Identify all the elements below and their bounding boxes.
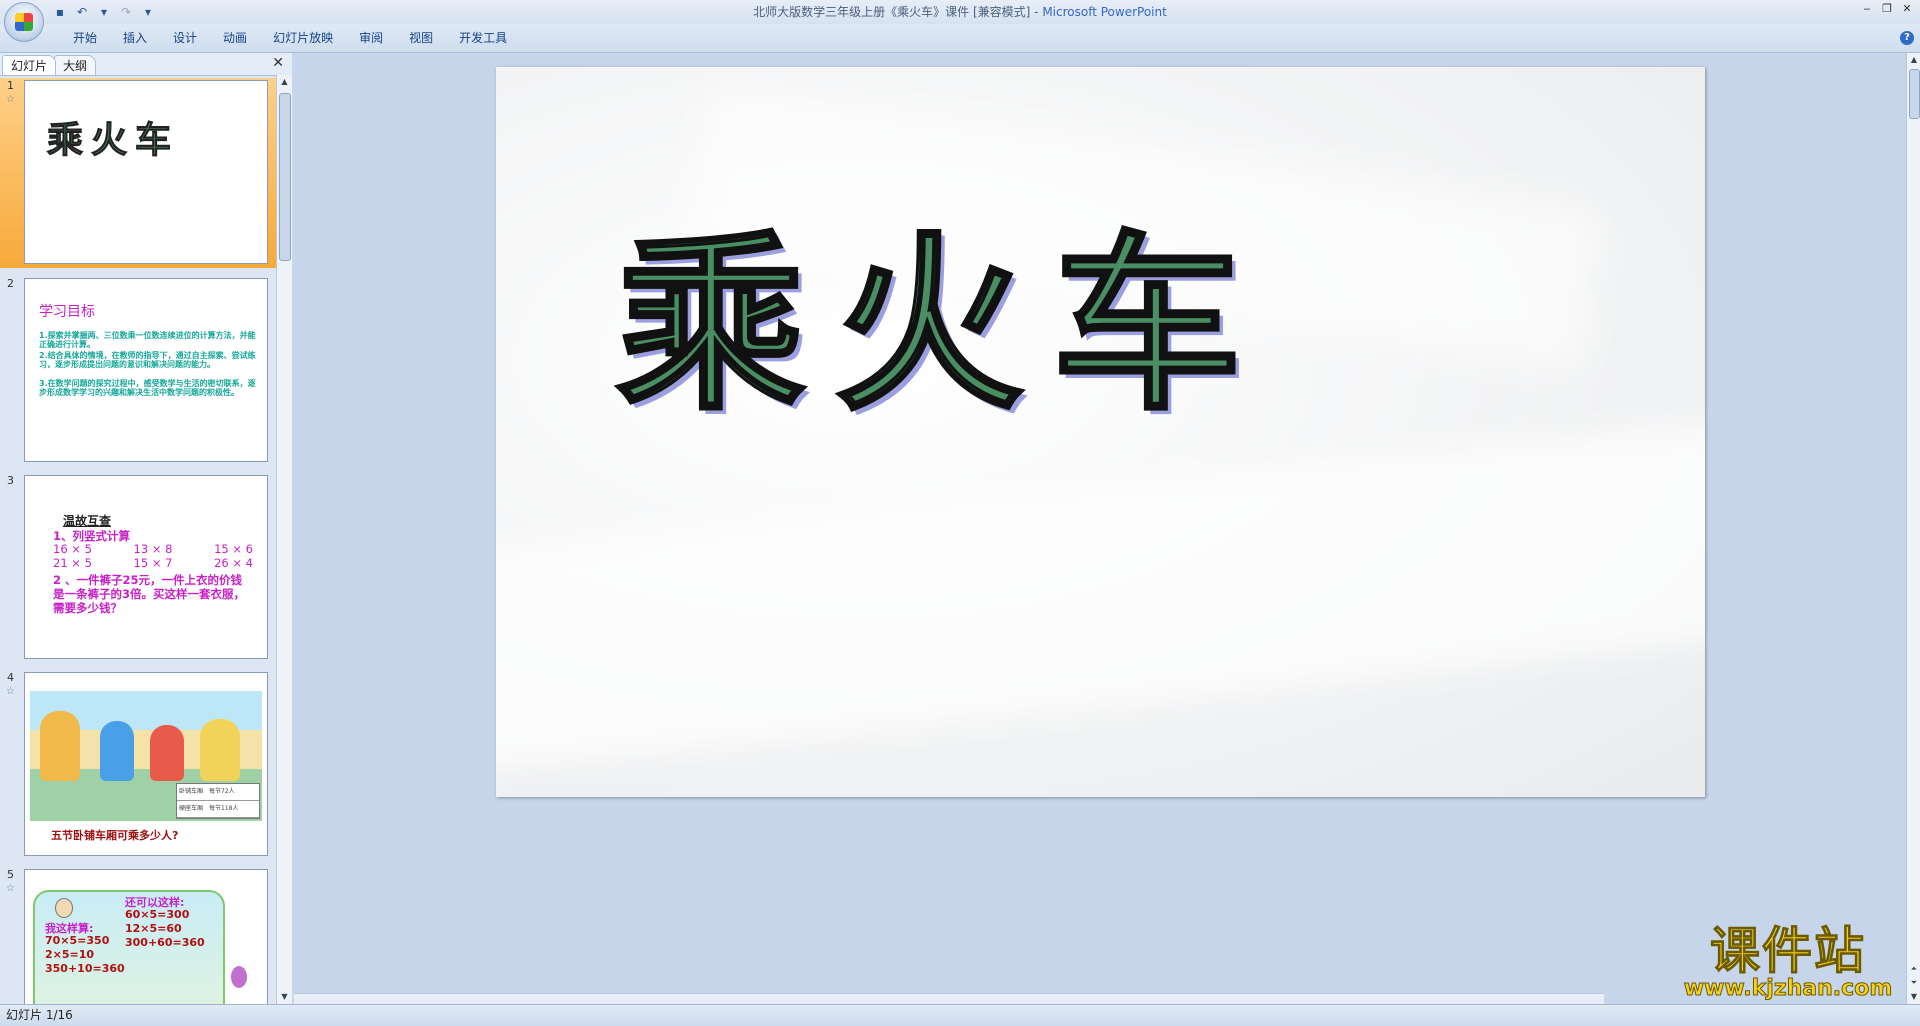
- tab-slides[interactable]: 幻灯片: [2, 55, 57, 75]
- tab-outline[interactable]: 大纲: [54, 55, 97, 75]
- tab-view[interactable]: 视图: [396, 24, 446, 52]
- slide-thumbnail-3[interactable]: 3 温故互查 1、列竖式计算 16 × 5 13 × 8 15 × 6 21 ×…: [0, 471, 276, 663]
- scroll-up-icon[interactable]: ▲: [1907, 53, 1920, 67]
- scroll-thumb[interactable]: [1909, 69, 1920, 119]
- expression: 16 × 5: [53, 542, 92, 556]
- tab-slideshow[interactable]: 幻灯片放映: [260, 24, 346, 52]
- ribbon: 开始 插入 设计 动画 幻灯片放映 审阅 视图 开发工具 ?: [0, 24, 1920, 53]
- work-area: 幻灯片 大纲 ✕ 1 ☆ 乘火车 2 学习目标 1.探索并掌握两、三位数乘一位数…: [0, 53, 1920, 1005]
- next-slide-icon[interactable]: ⏷: [1907, 976, 1920, 990]
- expression-row: 21 × 5 15 × 7 26 × 4: [53, 556, 253, 570]
- objective-item: 3.在数学问题的探究过程中，感受数学与生活的密切联系，逐步形成数学学习的兴趣和解…: [39, 379, 256, 397]
- slide-number: 3: [7, 474, 14, 487]
- scroll-down-icon[interactable]: ▼: [277, 990, 292, 1004]
- slide-preview: 乘火车: [24, 80, 268, 264]
- restore-button[interactable]: ❐: [1878, 2, 1896, 18]
- method-line: 60×5=300: [125, 908, 190, 921]
- table-row: 卧铺车厢 每节72人: [177, 784, 259, 801]
- slide-preview: 还可以这样: 60×5=300 12×5=60 300+60=360 我这样算:…: [24, 869, 268, 1004]
- slide-title-wordart[interactable]: 乘 火 车: [614, 213, 1316, 436]
- slide-title: 乘火车: [46, 119, 180, 162]
- slide-number: 2: [7, 277, 14, 290]
- slide-preview: 温故互查 1、列竖式计算 16 × 5 13 × 8 15 × 6 21 × 5…: [24, 475, 268, 659]
- title-char: 火: [833, 213, 1026, 436]
- status-bar: 幻灯片 1/16: [0, 1004, 1920, 1026]
- question-2-line: 需要多少钱？: [53, 601, 122, 615]
- expression: 21 × 5: [53, 556, 92, 570]
- expression-row: 16 × 5 13 × 8 15 × 6: [53, 542, 253, 556]
- document-title: 北师大版数学三年级上册《乘火车》课件 [兼容模式] -: [753, 5, 1043, 19]
- tab-design[interactable]: 设计: [160, 24, 210, 52]
- tab-insert[interactable]: 插入: [110, 24, 160, 52]
- child-figure-icon: [55, 898, 73, 918]
- slide-canvas[interactable]: 乘 火 车: [496, 67, 1705, 797]
- slide-number: 1: [7, 79, 14, 92]
- table-row: 硬座车厢 每节118人: [177, 801, 259, 818]
- slide-heading: 温故互查: [63, 514, 112, 528]
- ribbon-tabs: 开始 插入 设计 动画 幻灯片放映 审阅 视图 开发工具: [60, 24, 520, 52]
- method-line: 12×5=60: [125, 922, 182, 935]
- slide-thumbnail-4[interactable]: 4 ☆ 卧铺车厢 每节72人 硬座车厢 每节118人 五节卧铺车厢可乘多少人?: [0, 668, 276, 860]
- tab-home[interactable]: 开始: [60, 24, 110, 52]
- slide-preview: 卧铺车厢 每节72人 硬座车厢 每节118人 五节卧铺车厢可乘多少人?: [24, 672, 268, 856]
- slide-editor: 乘 火 车 ▲ ⏶ ⏷ ▼: [294, 53, 1920, 1004]
- animation-star-icon: ☆: [6, 686, 15, 697]
- station-illustration: 卧铺车厢 每节72人 硬座车厢 每节118人: [30, 691, 262, 821]
- window-title: 北师大版数学三年级上册《乘火车》课件 [兼容模式] - Microsoft Po…: [0, 0, 1920, 24]
- expression: 15 × 6: [214, 542, 253, 556]
- slide-preview: 学习目标 1.探索并掌握两、三位数乘一位数连续进位的计算方法，并能正确进行计算。…: [24, 278, 268, 462]
- slide-number: 5: [7, 868, 14, 881]
- help-icon[interactable]: ?: [1900, 31, 1914, 45]
- slide-title: 学习目标: [39, 304, 95, 320]
- slide-thumbnail-5[interactable]: 5 ☆ 还可以这样: 60×5=300 12×5=60 300+60=360 我…: [0, 865, 276, 1004]
- title-bar: ▪ ↶ ▾ ↷ ▾ 北师大版数学三年级上册《乘火车》课件 [兼容模式] - Mi…: [0, 0, 1920, 24]
- method-line: 300+60=360: [125, 936, 205, 949]
- slide-number: 4: [7, 671, 14, 684]
- minimize-button[interactable]: ‒: [1858, 2, 1876, 18]
- slides-pane: 幻灯片 大纲 ✕ 1 ☆ 乘火车 2 学习目标 1.探索并掌握两、三位数乘一位数…: [0, 53, 292, 1004]
- title-char: 乘: [614, 213, 807, 436]
- method-line: 70×5=350: [45, 934, 110, 947]
- office-logo-icon: [15, 13, 33, 31]
- pane-close-icon[interactable]: ✕: [272, 55, 284, 71]
- office-button[interactable]: [4, 2, 44, 42]
- expression: 15 × 7: [133, 556, 173, 570]
- window-controls: ‒ ❐ ✕: [1858, 2, 1916, 18]
- slide-thumbnail-1[interactable]: 1 ☆ 乘火车: [0, 78, 276, 268]
- app-name: Microsoft PowerPoint: [1042, 5, 1167, 19]
- slide-thumbnail-list: 1 ☆ 乘火车 2 学习目标 1.探索并掌握两、三位数乘一位数连续进位的计算方法…: [0, 78, 276, 1004]
- method-line: 350+10=360: [45, 962, 125, 975]
- carriage-table: 卧铺车厢 每节72人 硬座车厢 每节118人: [176, 783, 260, 819]
- expression: 13 × 8: [133, 542, 173, 556]
- pane-tabs: 幻灯片 大纲 ✕: [0, 53, 292, 76]
- scroll-thumb[interactable]: [279, 93, 291, 261]
- slide-indicator: 幻灯片 1/16: [6, 1008, 73, 1022]
- animation-star-icon: ☆: [6, 94, 15, 105]
- tab-animations[interactable]: 动画: [210, 24, 260, 52]
- child-figure-icon: [231, 966, 247, 988]
- editor-scrollbar[interactable]: ▲ ⏶ ⏷ ▼: [1906, 53, 1920, 1004]
- scroll-down-icon[interactable]: ▼: [1907, 990, 1920, 1004]
- slide-thumbnail-2[interactable]: 2 学习目标 1.探索并掌握两、三位数乘一位数连续进位的计算方法，并能正确进行计…: [0, 274, 276, 466]
- close-button[interactable]: ✕: [1898, 2, 1916, 18]
- pane-scrollbar[interactable]: ▲ ▼: [276, 75, 292, 1004]
- method-line: 2×5=10: [45, 948, 95, 961]
- expression: 26 × 4: [214, 556, 253, 570]
- animation-star-icon: ☆: [6, 883, 15, 894]
- tab-developer[interactable]: 开发工具: [446, 24, 520, 52]
- watermark-logo: 课件站 www.kjzhan.com: [1668, 922, 1908, 1001]
- slide-question: 五节卧铺车厢可乘多少人?: [51, 829, 179, 842]
- objective-item: 1.探索并掌握两、三位数乘一位数连续进位的计算方法，并能正确进行计算。: [39, 331, 256, 349]
- scroll-up-icon[interactable]: ▲: [277, 75, 292, 89]
- watermark-url: www.kjzhan.com: [1683, 976, 1893, 1001]
- previous-slide-icon[interactable]: ⏶: [1907, 962, 1920, 976]
- objective-item: 2.结合具体的情境，在教师的指导下，通过自主探索、尝试练习，逐步形成提出问题的意…: [39, 351, 256, 369]
- title-char: 车: [1051, 213, 1244, 436]
- watermark-text: 课件站: [1710, 922, 1866, 980]
- tab-review[interactable]: 审阅: [346, 24, 396, 52]
